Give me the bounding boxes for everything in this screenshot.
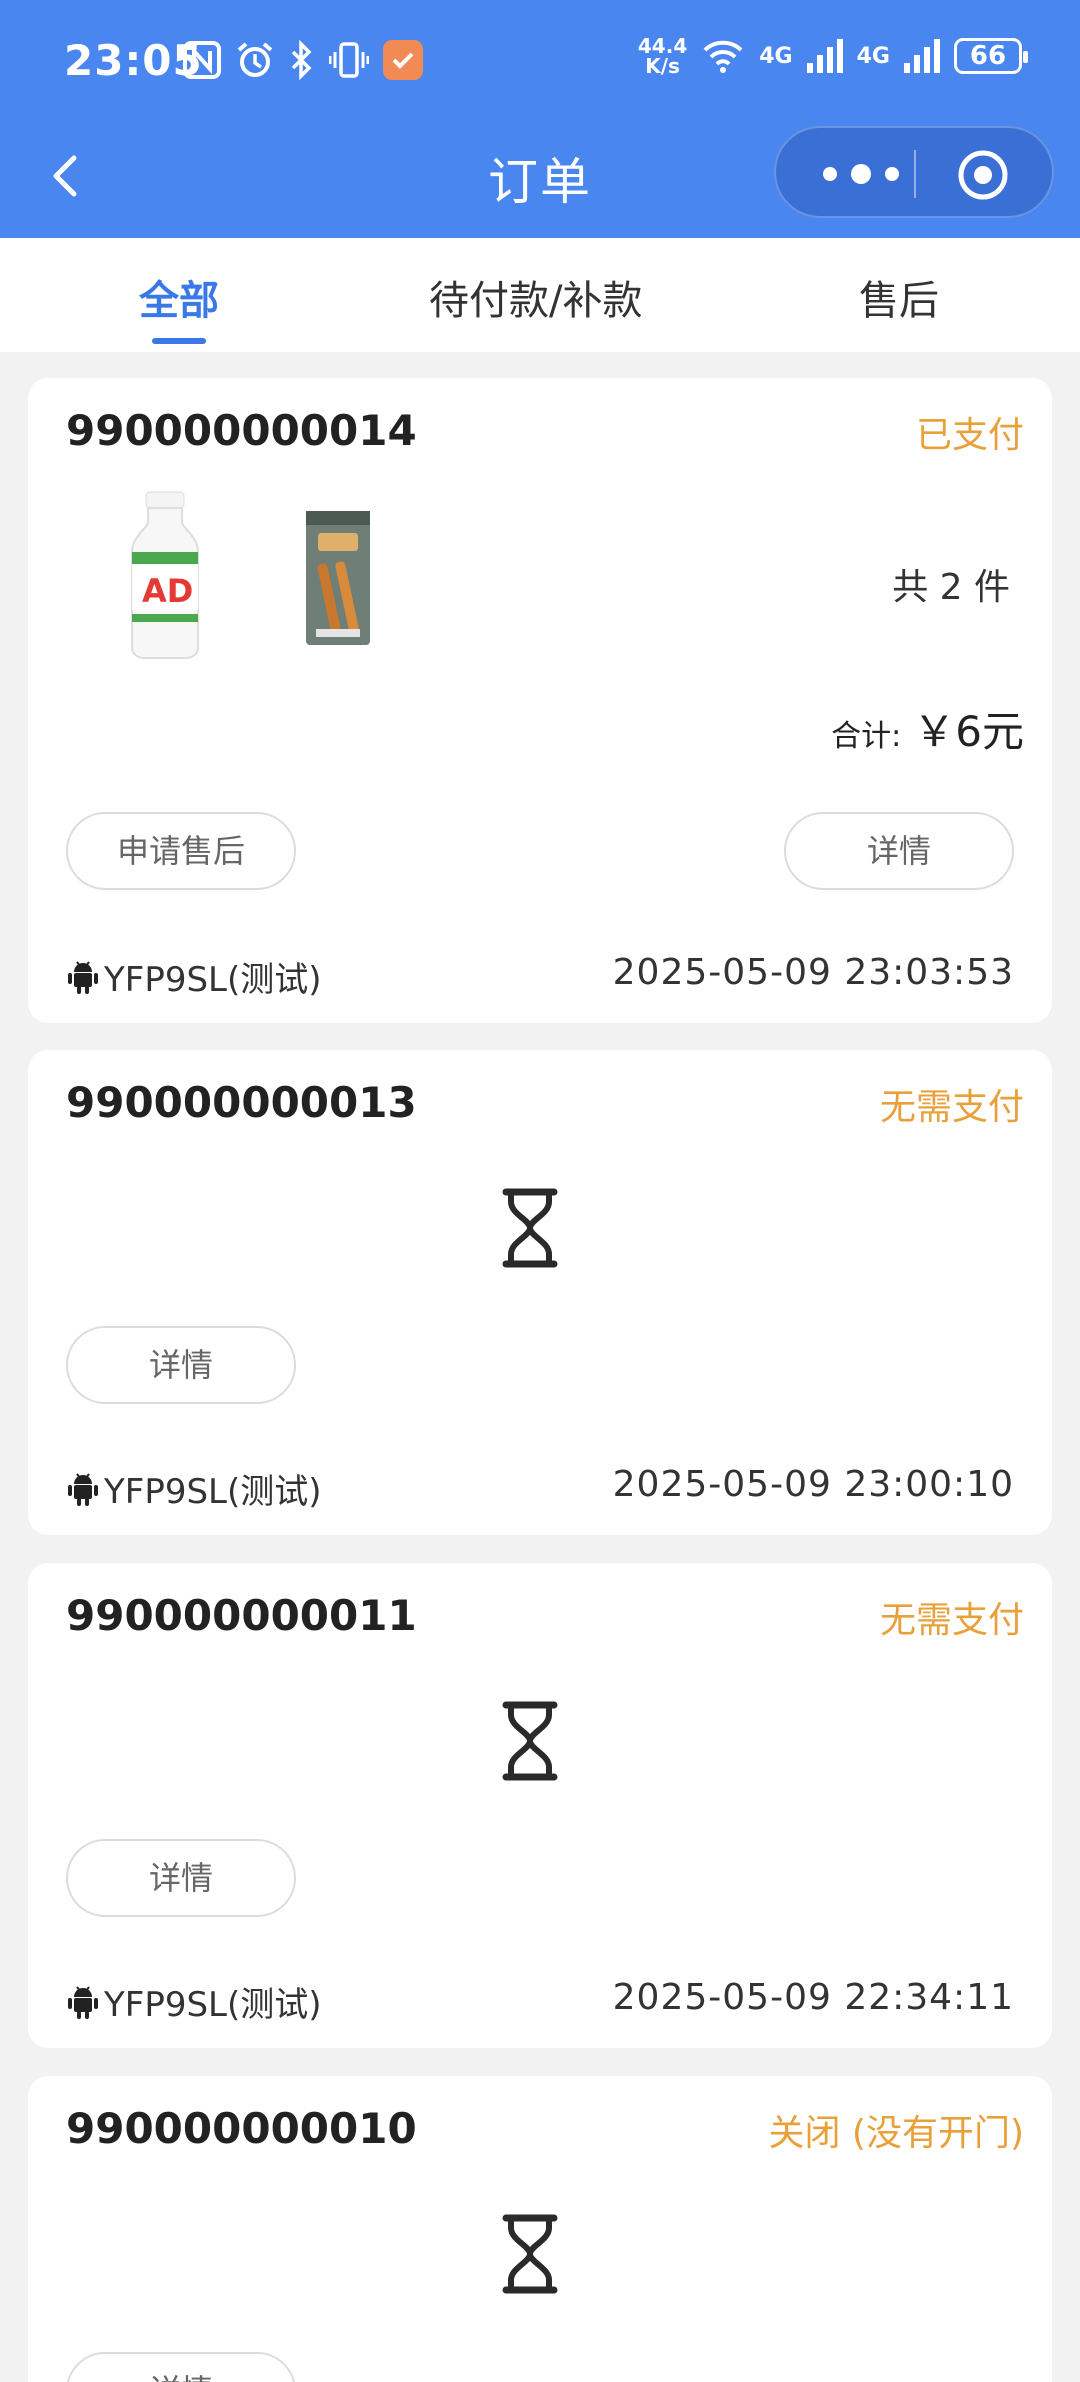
speed-value: 44.4 — [637, 34, 688, 58]
signal-icon — [904, 39, 940, 73]
network-speed: 44.4 K/s — [638, 36, 687, 76]
hourglass-icon — [502, 1701, 558, 1781]
network-type-2: 4G — [856, 43, 890, 69]
total-amount: ￥6元 — [913, 707, 1024, 756]
wifi-icon — [703, 40, 743, 73]
tab-after-sales[interactable]: 售后 — [859, 268, 939, 326]
device-info: YFP9SL(测试) — [68, 952, 322, 1001]
status-left-icons — [183, 40, 423, 80]
details-button[interactable]: 详情 — [66, 2352, 296, 2382]
order-tabs: 全部 待付款/补款 售后 — [0, 238, 1080, 352]
active-tab-indicator — [152, 338, 206, 344]
speed-unit: K/s — [645, 54, 680, 78]
order-total: 合计: ￥6元 — [831, 698, 1024, 759]
status-time: 23:05 — [64, 36, 203, 85]
vibrate-icon — [329, 42, 369, 78]
apply-after-sales-button[interactable]: 申请售后 — [66, 812, 296, 890]
item-count: 共 2 件 — [892, 567, 1010, 608]
order-status: 关闭 (没有开门) — [768, 2113, 1024, 2154]
network-type-1: 4G — [759, 43, 793, 69]
tab-pending-payment[interactable]: 待付款/补款 — [429, 268, 642, 326]
hourglass-icon — [502, 2214, 558, 2294]
order-status: 已支付 — [915, 415, 1024, 456]
order-number: 990000000014 — [66, 406, 417, 455]
hourglass-icon — [502, 1188, 558, 1268]
bluetooth-icon — [291, 40, 312, 80]
order-status: 无需支付 — [879, 1600, 1024, 1641]
details-button[interactable]: 详情 — [784, 812, 1014, 890]
status-bar: 23:05 44.4 K/s 4G 4G 66 — [0, 0, 1080, 126]
order-number: 990000000013 — [66, 1078, 417, 1127]
android-icon — [68, 1985, 98, 2019]
total-label: 合计: — [831, 719, 902, 754]
android-icon — [68, 960, 98, 994]
order-number: 990000000010 — [66, 2104, 417, 2153]
product-image-milk[interactable]: AD — [112, 490, 222, 660]
more-icon[interactable] — [816, 156, 906, 192]
svg-text:AD: AD — [142, 572, 193, 610]
status-right: 44.4 K/s 4G 4G 66 — [638, 36, 1028, 76]
product-image-snack[interactable] — [298, 503, 378, 653]
device-name: YFP9SL(测试) — [104, 1985, 322, 2025]
capsule-divider — [914, 150, 916, 198]
tab-all[interactable]: 全部 — [139, 268, 219, 326]
header: 23:05 44.4 K/s 4G 4G 66 订单 — [0, 0, 1080, 238]
order-card[interactable]: 990000000014 已支付 AD 共 2 件 合计: ￥6元 申请售后 详情… — [28, 378, 1052, 1023]
order-card[interactable]: 990000000010 关闭 (没有开门) 详情 — [28, 2076, 1052, 2382]
order-card[interactable]: 990000000013 无需支付 详情 YFP9SL(测试) 2025-05-… — [28, 1050, 1052, 1535]
order-number: 990000000011 — [66, 1591, 417, 1640]
miniprogram-capsule — [774, 126, 1054, 218]
alarm-icon — [237, 42, 273, 77]
app-notification-icon — [383, 40, 423, 80]
order-time: 2025-05-09 23:03:53 — [612, 952, 1014, 993]
device-info: YFP9SL(测试) — [68, 1977, 322, 2026]
close-miniprogram-icon[interactable] — [956, 148, 1010, 202]
nfc-icon — [183, 41, 221, 79]
order-card[interactable]: 990000000011 无需支付 详情 YFP9SL(测试) 2025-05-… — [28, 1563, 1052, 2048]
battery-indicator: 66 — [954, 38, 1028, 74]
orders-page: 23:05 44.4 K/s 4G 4G 66 订单 全部 待付款/补款 售后 … — [0, 0, 1080, 2382]
android-icon — [68, 1472, 98, 1506]
order-status: 无需支付 — [879, 1087, 1024, 1128]
order-time: 2025-05-09 23:00:10 — [612, 1464, 1014, 1505]
signal-icon — [806, 39, 843, 73]
nav-bar: 订单 — [0, 126, 1080, 238]
details-button[interactable]: 详情 — [66, 1326, 296, 1404]
device-name: YFP9SL(测试) — [104, 1472, 322, 1512]
device-name: YFP9SL(测试) — [104, 960, 322, 1000]
details-button[interactable]: 详情 — [66, 1839, 296, 1917]
order-time: 2025-05-09 22:34:11 — [612, 1977, 1014, 2018]
device-info: YFP9SL(测试) — [68, 1464, 322, 1513]
